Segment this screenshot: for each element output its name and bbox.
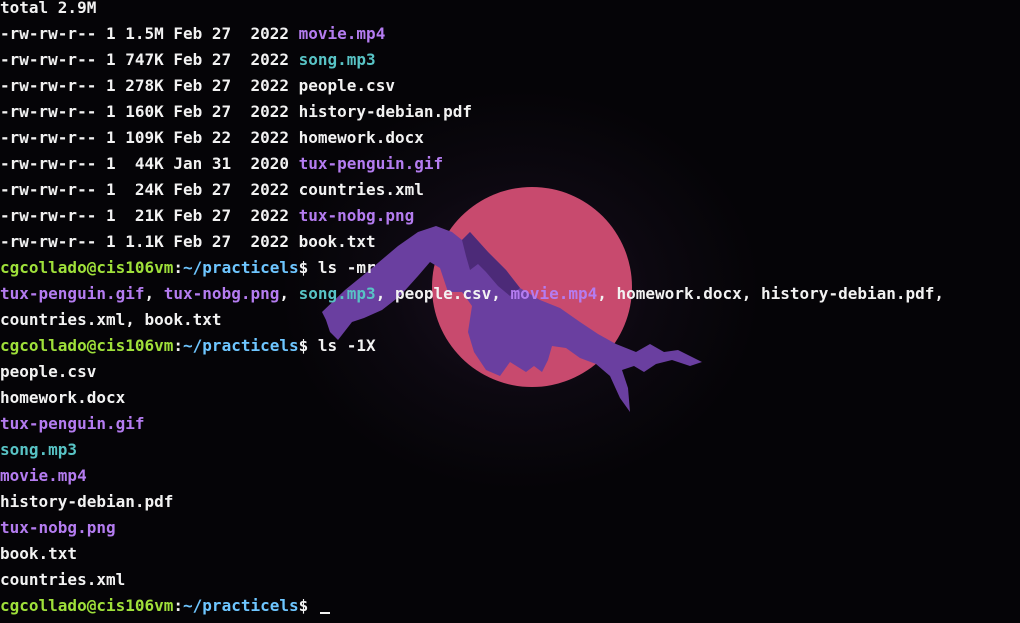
file-name: tux-penguin.gif <box>298 154 444 173</box>
text-segment: homework.docx <box>298 128 424 147</box>
file-name: movie.mp4 <box>0 466 87 485</box>
text-segment: , people.csv, <box>375 284 511 303</box>
terminal-line: -rw-rw-r-- 1 21K Feb 27 2022 tux-nobg.pn… <box>0 203 944 229</box>
text-segment: , homework.docx, history-debian.pdf, <box>597 284 945 303</box>
terminal-line: total 2.9M <box>0 0 944 21</box>
terminal-line: cgcollado@cis106vm:~/practicels$ <box>0 593 944 619</box>
terminal-line: people.csv <box>0 359 944 385</box>
text-segment: : <box>173 336 184 355</box>
terminal-window[interactable]: total 2.9M -rw-rw-r-- 1 1.5M Feb 27 2022 … <box>0 0 1020 623</box>
text-segment: -rw-rw-r-- 1 1.5M Feb 27 2022 <box>0 24 299 43</box>
terminal-line: -rw-rw-r-- 1 1.1K Feb 27 2022 book.txt <box>0 229 944 255</box>
text-segment: total 2.9M <box>0 0 97 17</box>
text-segment: book.txt <box>0 544 78 563</box>
terminal-line: tux-nobg.png <box>0 515 944 541</box>
prompt-path: ~/practicels <box>183 596 299 615</box>
text-segment: : <box>173 258 184 277</box>
text-segment: people.csv <box>298 76 395 95</box>
terminal-line: movie.mp4 <box>0 463 944 489</box>
terminal-line: history-debian.pdf <box>0 489 944 515</box>
text-segment: : <box>173 596 184 615</box>
text-segment: -rw-rw-r-- 1 24K Feb 27 2022 <box>0 180 299 199</box>
prompt-user-host: cgcollado@cis106vm <box>0 596 174 615</box>
text-segment: countries.xml <box>0 570 126 589</box>
terminal-line: -rw-rw-r-- 1 747K Feb 27 2022 song.mp3 <box>0 47 944 73</box>
terminal-output: total 2.9M -rw-rw-r-- 1 1.5M Feb 27 2022 … <box>0 0 944 619</box>
text-segment: book.txt <box>298 232 376 251</box>
text-segment: $ <box>298 596 318 615</box>
text-segment: -rw-rw-r-- 1 1.1K Feb 27 2022 <box>0 232 299 251</box>
file-name: tux-nobg.png <box>298 206 415 225</box>
text-segment: countries.xml <box>298 180 424 199</box>
text-segment: homework.docx <box>0 388 126 407</box>
file-name: song.mp3 <box>298 50 376 69</box>
terminal-line: countries.xml <box>0 567 944 593</box>
terminal-line: -rw-rw-r-- 1 1.5M Feb 27 2022 movie.mp4 <box>0 21 944 47</box>
text-segment: , <box>144 284 164 303</box>
terminal-line: -rw-rw-r-- 1 160K Feb 27 2022 history-de… <box>0 99 944 125</box>
terminal-line: cgcollado@cis106vm:~/practicels$ ls -mr <box>0 255 944 281</box>
file-name: movie.mp4 <box>510 284 598 303</box>
file-name: song.mp3 <box>298 284 376 303</box>
terminal-line: -rw-rw-r-- 1 109K Feb 22 2022 homework.d… <box>0 125 944 151</box>
file-name: tux-penguin.gif <box>0 414 145 433</box>
terminal-line: homework.docx <box>0 385 944 411</box>
text-segment: $ ls -mr <box>298 258 376 277</box>
text-segment: -rw-rw-r-- 1 747K Feb 27 2022 <box>0 50 299 69</box>
terminal-line: -rw-rw-r-- 1 44K Jan 31 2020 tux-penguin… <box>0 151 944 177</box>
file-name: tux-nobg.png <box>0 518 116 537</box>
terminal-line: -rw-rw-r-- 1 24K Feb 27 2022 countries.x… <box>0 177 944 203</box>
terminal-line: countries.xml, book.txt <box>0 307 944 333</box>
text-segment: history-debian.pdf <box>0 492 174 511</box>
text-segment: -rw-rw-r-- 1 21K Feb 27 2022 <box>0 206 299 225</box>
prompt-path: ~/practicels <box>183 258 299 277</box>
terminal-line: tux-penguin.gif, tux-nobg.png, song.mp3,… <box>0 281 944 307</box>
text-segment: -rw-rw-r-- 1 278K Feb 27 2022 <box>0 76 299 95</box>
terminal-line: tux-penguin.gif <box>0 411 944 437</box>
terminal-line: -rw-rw-r-- 1 278K Feb 27 2022 people.csv <box>0 73 944 99</box>
text-segment: $ ls -1X <box>298 336 376 355</box>
text-segment: countries.xml, book.txt <box>0 310 222 329</box>
prompt-path: ~/practicels <box>183 336 299 355</box>
text-segment: history-debian.pdf <box>298 102 473 121</box>
terminal-line: song.mp3 <box>0 437 944 463</box>
text-segment: -rw-rw-r-- 1 109K Feb 22 2022 <box>0 128 299 147</box>
file-name: song.mp3 <box>0 440 78 459</box>
terminal-line: cgcollado@cis106vm:~/practicels$ ls -1X <box>0 333 944 359</box>
file-name: tux-nobg.png <box>163 284 280 303</box>
prompt-user-host: cgcollado@cis106vm <box>0 258 174 277</box>
text-segment: -rw-rw-r-- 1 44K Jan 31 2020 <box>0 154 299 173</box>
terminal-cursor[interactable] <box>319 612 330 614</box>
text-segment: people.csv <box>0 362 97 381</box>
text-segment: , <box>279 284 299 303</box>
prompt-user-host: cgcollado@cis106vm <box>0 336 174 355</box>
file-name: movie.mp4 <box>298 24 386 43</box>
file-name: tux-penguin.gif <box>0 284 145 303</box>
text-segment: -rw-rw-r-- 1 160K Feb 27 2022 <box>0 102 299 121</box>
terminal-line: book.txt <box>0 541 944 567</box>
